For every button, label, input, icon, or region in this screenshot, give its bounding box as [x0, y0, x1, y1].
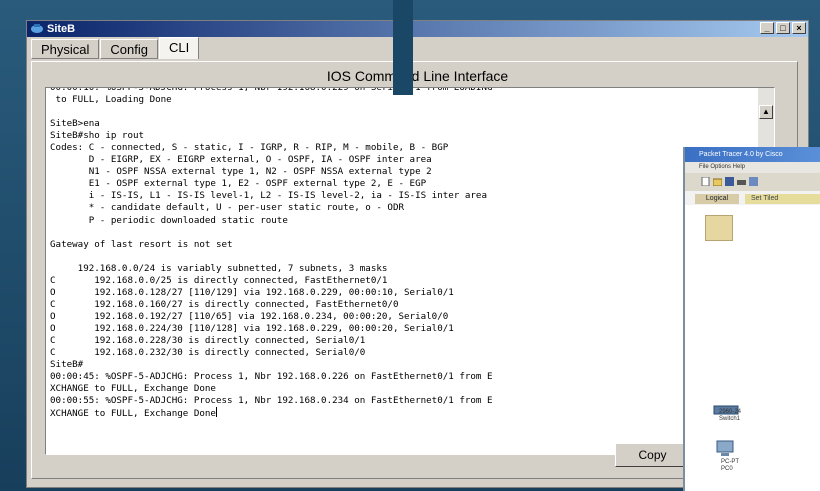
pc-label: PC-PT PC0 [721, 459, 739, 472]
tab-cli[interactable]: CLI [159, 37, 200, 59]
maximize-button[interactable]: □ [776, 22, 790, 34]
console-output: 00:00:10: %OSPF-5-ADJCHG: Process 1, Nbr… [50, 87, 750, 420]
new-file-icon[interactable] [701, 177, 710, 186]
window-titlebar[interactable]: SiteB _ □ × [27, 21, 808, 37]
window-title: SiteB [47, 23, 76, 35]
slide-pointer [393, 0, 413, 95]
minimize-button[interactable]: _ [760, 22, 774, 34]
pt-logical-tab[interactable]: Logical [695, 194, 739, 204]
tab-config[interactable]: Config [100, 39, 158, 59]
scroll-up-arrow-icon[interactable]: ▲ [759, 105, 773, 119]
pt-workspace[interactable] [685, 205, 820, 491]
pt-toolbar [685, 173, 820, 191]
open-folder-icon[interactable] [713, 177, 722, 186]
packet-tracer-icon [31, 24, 43, 33]
print-icon[interactable] [737, 177, 746, 186]
tab-physical[interactable]: Physical [31, 39, 100, 59]
cli-header: IOS Command Line Interface [326, 68, 509, 84]
console-text: 00:00:10: %OSPF-5-ADJCHG: Process 1, Nbr… [50, 87, 493, 420]
switch-label: 2960-24 Switch1 [719, 409, 742, 422]
pt-menubar[interactable]: File Options Help [685, 162, 820, 173]
packet-tracer-window: Packet Tracer 4.0 by Cisco File Options … [683, 147, 820, 491]
folder-icon[interactable] [705, 215, 733, 241]
activity-wizard-icon[interactable] [749, 177, 758, 186]
tab-bar: Physical Config CLI [31, 37, 200, 61]
pc-icon[interactable] [715, 440, 735, 458]
pt-set-tiled[interactable]: Set Tiled [745, 194, 820, 204]
cli-console[interactable]: 00:00:10: %OSPF-5-ADJCHG: Process 1, Nbr… [45, 87, 775, 455]
save-icon[interactable] [725, 177, 734, 186]
close-button[interactable]: × [792, 22, 806, 34]
copy-button[interactable]: Copy [615, 443, 690, 467]
pt-titlebar[interactable]: Packet Tracer 4.0 by Cisco [685, 147, 820, 162]
text-cursor [215, 407, 217, 418]
